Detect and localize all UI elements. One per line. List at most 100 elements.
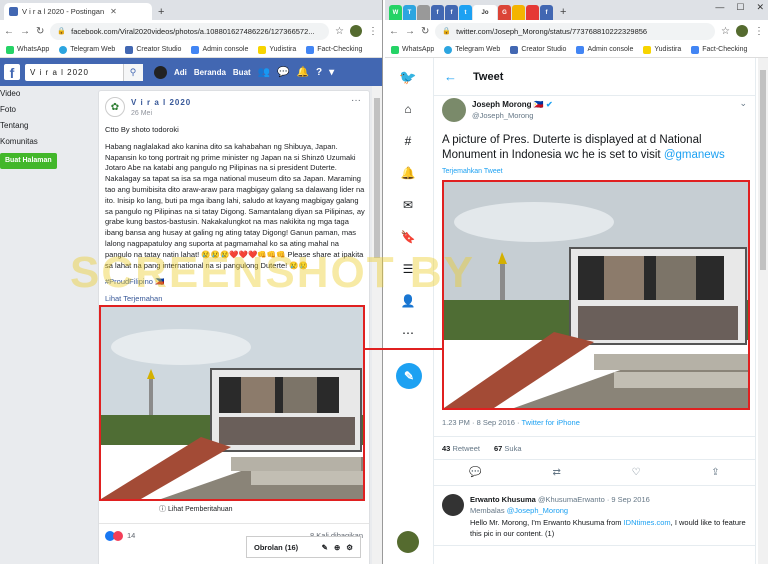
hashtag[interactable]: #ProudFilipino 🇵🇭	[105, 277, 367, 288]
nav-create[interactable]: Buat	[233, 68, 251, 77]
author-handle[interactable]: @Joseph_Morong	[472, 111, 533, 120]
scrollbar-thumb[interactable]	[760, 70, 766, 270]
tab-active[interactable]: Jo	[473, 5, 497, 20]
compose-tweet-button[interactable]: ✎	[396, 363, 422, 389]
twitter-logo-icon[interactable]: 🐦	[399, 68, 417, 86]
profile-avatar[interactable]	[350, 25, 362, 37]
nav-photo[interactable]: Foto	[0, 102, 38, 118]
chevron-down-icon[interactable]: ⌄	[739, 98, 747, 109]
show-notification-link[interactable]: ⓘ Lihat Pemberitahuan	[159, 504, 233, 514]
tab-red[interactable]	[526, 5, 539, 20]
back-icon[interactable]: ←	[4, 26, 14, 37]
nav-user[interactable]: Adi	[174, 68, 187, 77]
nav-about[interactable]: Tentang	[0, 118, 38, 134]
bookmark-fact-checking[interactable]: Fact-Checking	[691, 45, 747, 54]
scrollbar[interactable]	[758, 58, 768, 564]
author-avatar[interactable]	[442, 98, 466, 122]
tweet-photo[interactable]	[442, 180, 750, 410]
lists-icon[interactable]: ☰	[399, 260, 417, 278]
dropdown-icon[interactable]: ▾	[329, 67, 334, 78]
friends-icon[interactable]: 👥	[258, 67, 270, 78]
bookmark-yudistira[interactable]: Yudistira	[643, 45, 681, 54]
scrollbar[interactable]	[372, 86, 382, 564]
user-avatar[interactable]	[154, 65, 167, 79]
nav-community[interactable]: Komunitas	[0, 134, 38, 150]
retweet-icon[interactable]: ⇄	[552, 467, 560, 478]
facebook-logo-icon[interactable]: f	[4, 64, 20, 80]
create-page-button[interactable]: Buat Halaman	[0, 153, 57, 169]
maximize-icon[interactable]: ☐	[736, 2, 744, 13]
reload-icon[interactable]: ↻	[421, 26, 429, 37]
replying-to-link[interactable]: @Joseph_Morong	[507, 506, 568, 515]
reply-avatar[interactable]	[442, 494, 464, 516]
home-icon[interactable]: ⌂	[399, 100, 417, 118]
tab-twitter[interactable]: t	[459, 5, 472, 20]
see-translation-link[interactable]: Lihat Terjemahan	[105, 294, 367, 305]
star-icon[interactable]: ☆	[335, 26, 344, 37]
tab-facebook[interactable]: f	[445, 5, 458, 20]
menu-icon[interactable]: ⋮	[754, 26, 764, 37]
tab-telegram[interactable]: T	[403, 5, 416, 20]
more-icon[interactable]: ⋯	[399, 324, 417, 342]
new-tab-icon[interactable]: +	[158, 6, 164, 18]
translate-tweet-link[interactable]: Terjemahkan Tweet	[442, 168, 503, 175]
tab-whatsapp[interactable]: W	[389, 5, 402, 20]
tab-yellow[interactable]	[512, 5, 525, 20]
bookmark-fact-checking[interactable]: Fact-Checking	[306, 45, 362, 54]
bookmark-telegram[interactable]: Telegram Web	[444, 45, 500, 54]
help-icon[interactable]: ?	[316, 67, 322, 78]
scrollbar-thumb[interactable]	[374, 98, 380, 258]
close-window-icon[interactable]: ✕	[756, 2, 764, 13]
close-icon[interactable]: ✕	[110, 7, 117, 16]
profile-icon[interactable]: 👤	[399, 292, 417, 310]
reply-link[interactable]: IDNtimes.com	[624, 518, 671, 527]
settings-icon[interactable]: ⚙	[346, 543, 353, 552]
url-field[interactable]: 🔒 twitter.com/Joseph_Morong/status/773768…	[435, 22, 716, 40]
back-arrow-icon[interactable]: ←	[444, 69, 457, 84]
bookmark-yudistira[interactable]: Yudistira	[258, 45, 296, 54]
explore-icon[interactable]: #	[399, 132, 417, 150]
bookmark-creator-studio[interactable]: Creator Studio	[510, 45, 566, 54]
menu-icon[interactable]: ⋮	[368, 26, 378, 37]
nav-home[interactable]: Beranda	[194, 68, 226, 77]
bookmarks-icon[interactable]: 🔖	[399, 228, 417, 246]
messenger-icon[interactable]: 💬	[277, 67, 289, 78]
reload-icon[interactable]: ↻	[36, 26, 44, 37]
tab-facebook[interactable]: f	[540, 5, 553, 20]
star-icon[interactable]: ☆	[721, 26, 730, 37]
mention-link[interactable]: @gmanews	[664, 149, 725, 161]
reply-icon[interactable]: 💬	[469, 467, 481, 478]
tab-google[interactable]: G	[498, 5, 511, 20]
forward-icon[interactable]: →	[405, 26, 415, 37]
post-date[interactable]: 26 Mei	[131, 110, 152, 117]
bookmark-admin-console[interactable]: Admin console	[576, 45, 633, 54]
forward-icon[interactable]: →	[20, 26, 30, 37]
chat-bar[interactable]: Obrolan (16) ✎ ⊕ ⚙	[246, 536, 361, 558]
new-tab-icon[interactable]: +	[560, 6, 566, 18]
nav-video[interactable]: Video	[0, 86, 38, 102]
reply-tweet[interactable]: Erwanto Khusuma @KhusumaErwanto · 9 Sep …	[434, 486, 755, 546]
bookmark-telegram[interactable]: Telegram Web	[59, 45, 115, 54]
bookmark-whatsapp[interactable]: WhatsApp	[6, 45, 49, 54]
bookmark-creator-studio[interactable]: Creator Studio	[125, 45, 181, 54]
tab-generic[interactable]	[417, 5, 430, 20]
url-field[interactable]: 🔒 facebook.com/Viral2020videos/photos/a.1…	[50, 22, 330, 40]
profile-avatar[interactable]	[736, 25, 748, 37]
share-icon[interactable]: ⇪	[711, 467, 719, 478]
search-input[interactable]: V i r a l 2020 ⚲	[25, 63, 143, 81]
like-stat[interactable]: 67 Suka	[494, 444, 522, 453]
bookmark-admin-console[interactable]: Admin console	[191, 45, 248, 54]
account-avatar[interactable]	[397, 531, 419, 553]
tab-facebook[interactable]: f	[431, 5, 444, 20]
tab-facebook[interactable]: V i r a l 2020 - Postingan ✕	[4, 3, 152, 20]
tweet-source-link[interactable]: Twitter for iPhone	[522, 418, 580, 427]
search-icon[interactable]: ⚲	[123, 63, 143, 81]
retweet-stat[interactable]: 43 Retweet	[442, 444, 480, 453]
post-photo[interactable]	[99, 305, 365, 501]
messages-icon[interactable]: ✉	[399, 196, 417, 214]
compose-icon[interactable]: ✎	[322, 543, 328, 552]
notifications-icon[interactable]: 🔔	[399, 164, 417, 182]
minimize-icon[interactable]: —	[715, 2, 724, 13]
reply-author[interactable]: Erwanto Khusuma @KhusumaErwanto · 9 Sep …	[470, 495, 650, 504]
notifications-icon[interactable]: 🔔	[297, 67, 309, 78]
